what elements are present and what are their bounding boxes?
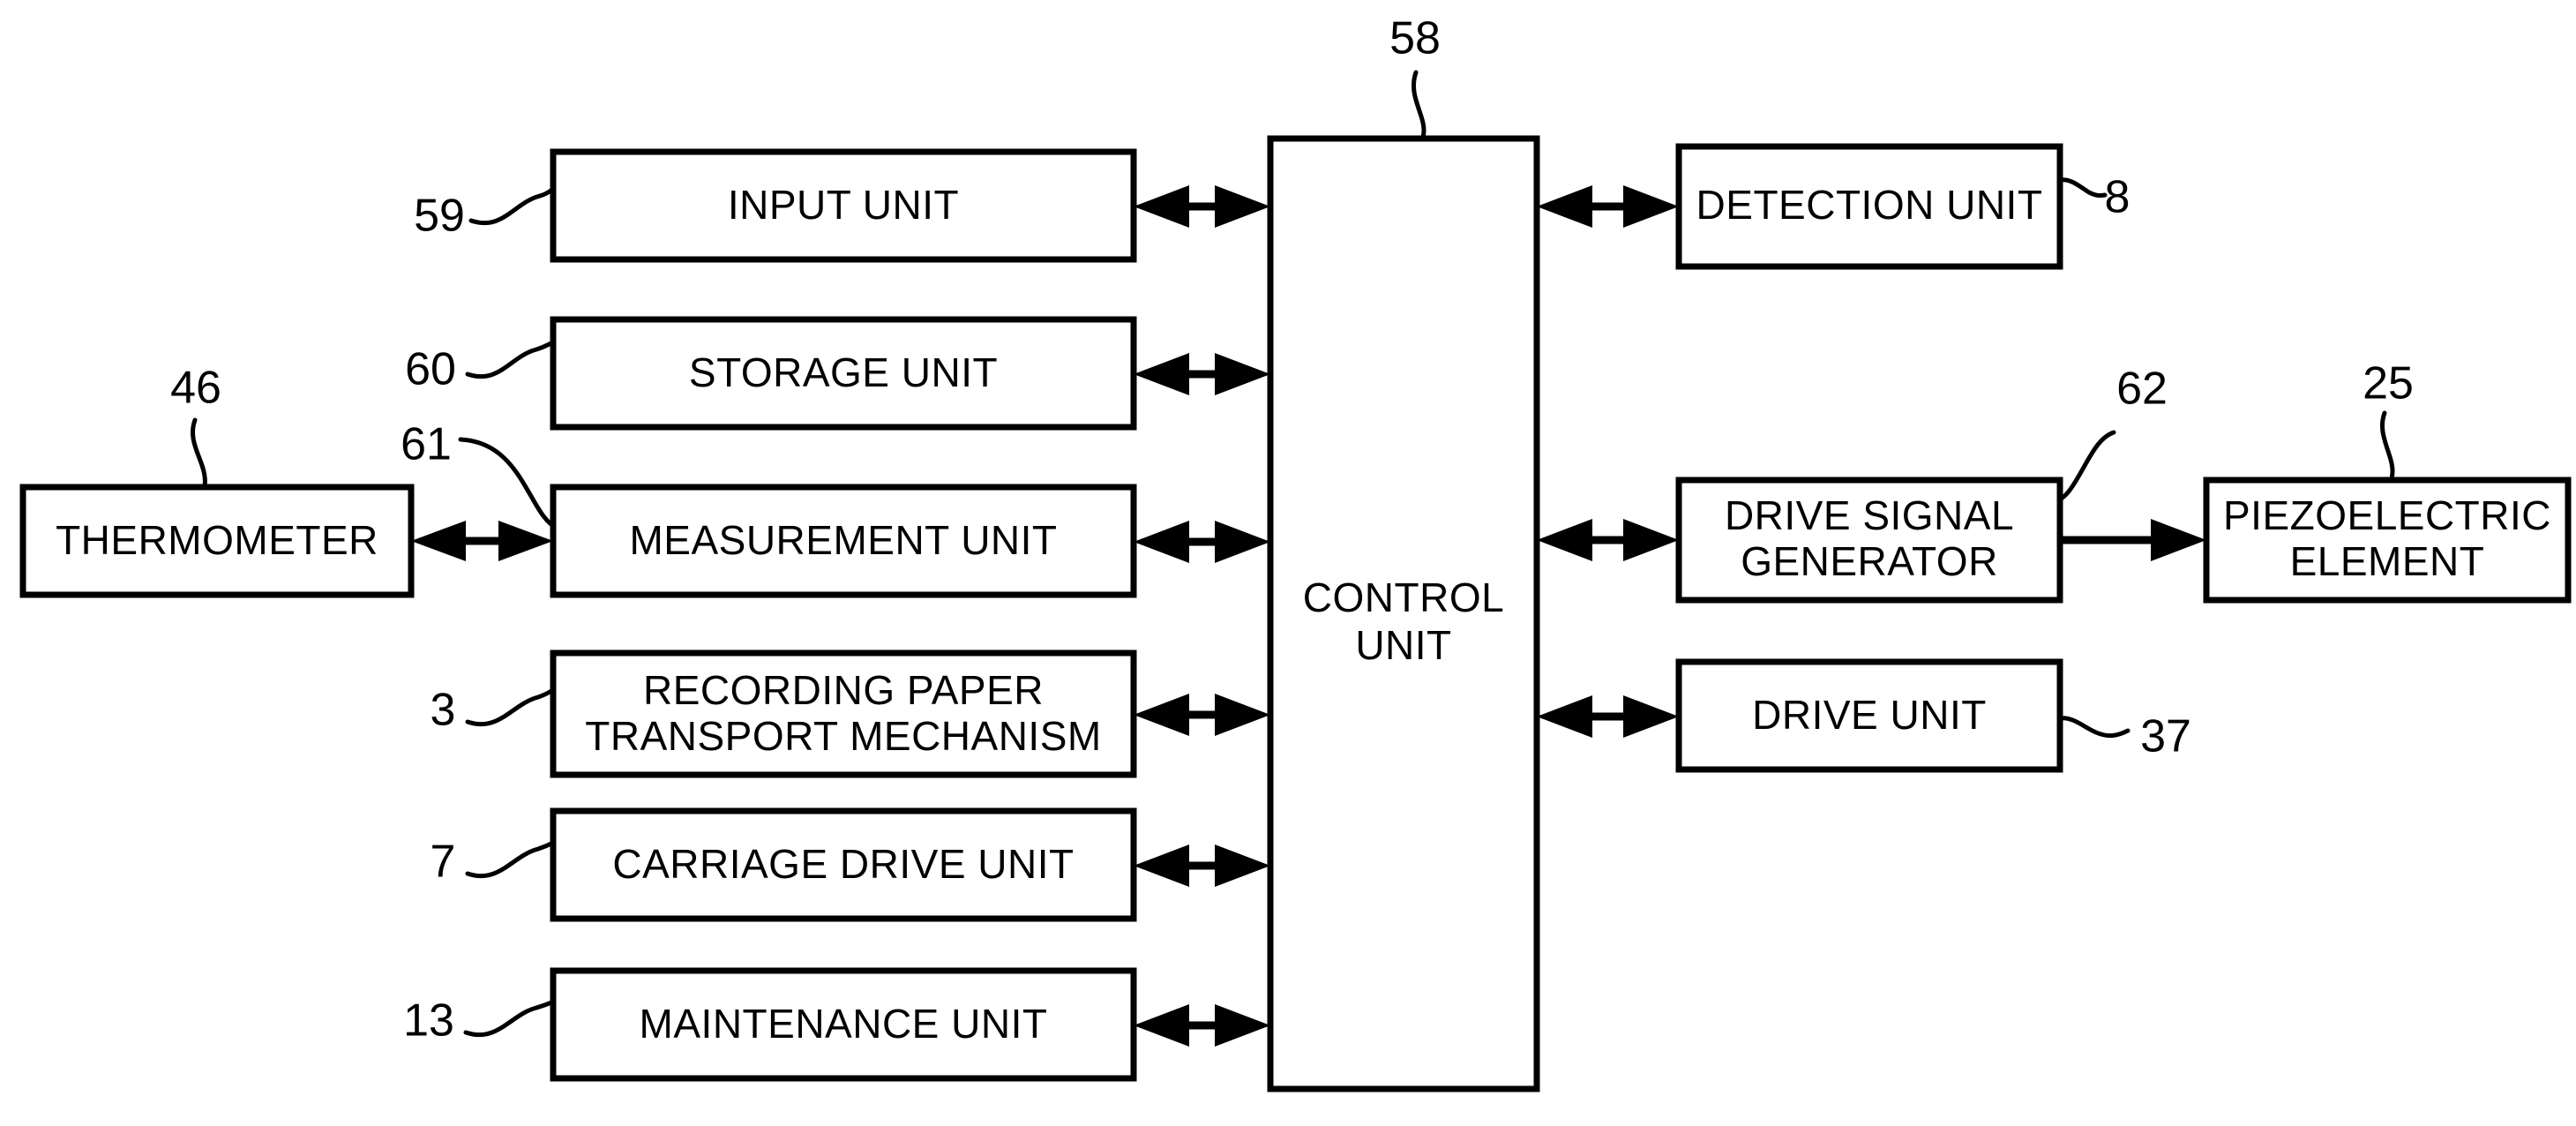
reference-numeral-58: 58	[1389, 13, 1441, 141]
block-detection-unit[interactable]: DETECTION UNIT	[1675, 143, 2063, 270]
block-carriage-drive-unit-label: CARRIAGE DRIVE UNIT	[612, 841, 1074, 887]
block-carriage-drive-unit[interactable]: CARRIAGE DRIVE UNIT	[550, 807, 1137, 922]
reference-numeral-62-text: 62	[2116, 364, 2168, 415]
figure-canvas: INPUT UNIT STORAGE UNIT MEASUREMENT UNIT…	[0, 0, 2576, 1126]
reference-numeral-25-text: 25	[2363, 358, 2414, 409]
block-control-unit[interactable]: CONTROL UNIT	[1267, 135, 1540, 1092]
block-piezoelectric-element-label-line1: PIEZOELECTRIC	[2223, 492, 2551, 538]
connector-thermometer-measurement-unit	[411, 521, 553, 561]
block-input-unit-label: INPUT UNIT	[728, 182, 959, 228]
block-piezoelectric-element-label-line2: ELEMENT	[2290, 538, 2485, 584]
reference-numeral-13: 13	[403, 995, 556, 1047]
block-drive-signal-generator-label-line2: GENERATOR	[1741, 538, 1998, 584]
block-storage-unit[interactable]: STORAGE UNIT	[550, 316, 1137, 431]
block-recording-paper-transport-mechanism-label-line1: RECORDING PAPER	[643, 667, 1044, 713]
reference-numeral-37-text: 37	[2140, 711, 2191, 762]
block-recording-paper-transport-mechanism[interactable]: RECORDING PAPER TRANSPORT MECHANISM	[550, 649, 1137, 778]
reference-numeral-62: 62	[2057, 364, 2168, 502]
connector-maintenance-control-unit	[1134, 1004, 1270, 1047]
reference-numeral-3: 3	[431, 685, 556, 736]
reference-numeral-7-text: 7	[431, 837, 456, 888]
reference-numeral-58-text: 58	[1389, 13, 1441, 64]
reference-numeral-13-text: 13	[403, 995, 454, 1047]
block-control-unit-label-line2: UNIT	[1355, 622, 1451, 668]
reference-numeral-7: 7	[431, 837, 556, 888]
block-drive-signal-generator-label-line1: DRIVE SIGNAL	[1725, 492, 2014, 538]
reference-numeral-46-text: 46	[170, 363, 221, 414]
reference-numeral-3-text: 3	[431, 685, 456, 736]
connector-storage-unit-control-unit	[1134, 353, 1270, 395]
connector-recording-paper-control-unit	[1134, 694, 1270, 736]
reference-numeral-25: 25	[2363, 358, 2414, 483]
block-detection-unit-label: DETECTION UNIT	[1696, 182, 2043, 228]
block-drive-signal-generator[interactable]: DRIVE SIGNAL GENERATOR	[1675, 477, 2063, 604]
connector-measurement-unit-control-unit	[1134, 521, 1270, 563]
reference-numeral-59: 59	[414, 186, 556, 242]
block-drive-unit-label: DRIVE UNIT	[1752, 692, 1987, 738]
block-recording-paper-transport-mechanism-label-line2: TRANSPORT MECHANISM	[585, 713, 1101, 759]
block-measurement-unit[interactable]: MEASUREMENT UNIT	[550, 484, 1137, 598]
connector-control-unit-drive-signal-generator	[1537, 519, 1679, 561]
block-measurement-unit-label: MEASUREMENT UNIT	[629, 517, 1057, 563]
reference-numeral-61-text: 61	[401, 419, 452, 470]
connector-control-unit-detection-unit	[1537, 185, 1679, 228]
block-piezoelectric-element[interactable]: PIEZOELECTRIC ELEMENT	[2203, 477, 2572, 604]
reference-numeral-8-text: 8	[2105, 172, 2130, 223]
block-control-unit-label-line1: CONTROL	[1303, 574, 1504, 620]
connector-drive-signal-generator-piezoelectric-element	[2060, 519, 2206, 561]
connector-control-unit-drive-unit	[1537, 695, 1679, 738]
reference-numeral-59-text: 59	[414, 191, 465, 242]
block-input-unit[interactable]: INPUT UNIT	[550, 148, 1137, 263]
block-maintenance-unit[interactable]: MAINTENANCE UNIT	[550, 967, 1137, 1082]
block-drive-unit[interactable]: DRIVE UNIT	[1675, 658, 2063, 773]
block-diagram: INPUT UNIT STORAGE UNIT MEASUREMENT UNIT…	[19, 13, 2572, 1092]
reference-numeral-60-text: 60	[405, 344, 456, 395]
reference-numeral-37: 37	[2057, 711, 2191, 762]
connector-carriage-drive-control-unit	[1134, 844, 1270, 887]
block-maintenance-unit-label: MAINTENANCE UNIT	[640, 1001, 1048, 1047]
reference-numeral-60: 60	[405, 340, 556, 395]
reference-numeral-46: 46	[170, 363, 221, 490]
block-thermometer[interactable]: THERMOMETER	[19, 484, 415, 598]
block-storage-unit-label: STORAGE UNIT	[689, 349, 998, 395]
reference-numeral-8: 8	[2057, 172, 2130, 223]
block-thermometer-label: THERMOMETER	[56, 517, 378, 563]
connector-input-unit-control-unit	[1134, 185, 1270, 228]
reference-numeral-61: 61	[401, 419, 556, 529]
